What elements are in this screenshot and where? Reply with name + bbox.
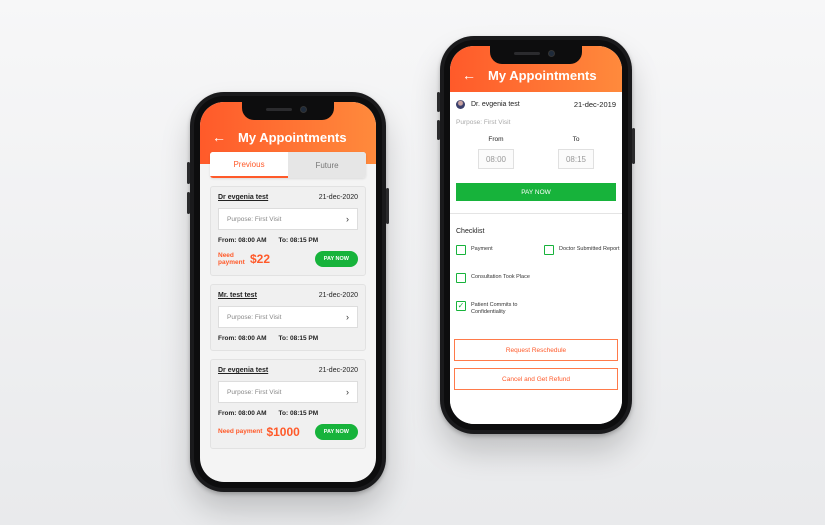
to-time: 08:15 PM bbox=[289, 237, 319, 244]
check-icon[interactable]: ✓ bbox=[456, 301, 466, 311]
doctor-name: Dr. evgenia test bbox=[471, 101, 520, 108]
from-time-field[interactable]: 08:00 bbox=[478, 149, 514, 169]
to-label: To bbox=[572, 136, 580, 143]
doctor-name[interactable]: Dr evgenia test bbox=[218, 367, 268, 374]
purpose-text: Purpose: First Visit bbox=[227, 388, 282, 396]
checklist-item-report[interactable]: Doctor Submitted Report bbox=[544, 245, 622, 255]
to-time: 08:15 PM bbox=[289, 335, 319, 342]
from-time: 08:00 AM bbox=[238, 410, 267, 417]
appointment-date: 21-dec-2020 bbox=[318, 292, 358, 299]
time-range: From: 08:00 AM To: 08:15 PM bbox=[218, 335, 358, 342]
phone-bezel: ← My Appointments Previous Future Dr evg… bbox=[194, 96, 382, 488]
page-title: My Appointments bbox=[488, 67, 597, 83]
from-time: 08:00 AM bbox=[238, 335, 267, 342]
payment-due: Need payment $1000 bbox=[218, 425, 300, 439]
pay-now-button[interactable]: PAY NOW bbox=[456, 183, 616, 201]
checklist-label: Payment bbox=[471, 246, 493, 252]
power-button bbox=[386, 188, 389, 224]
checklist-label: Consultation Took Place bbox=[471, 274, 530, 280]
appointment-date: 21-dec-2020 bbox=[318, 194, 358, 201]
to-label: To: bbox=[278, 335, 289, 342]
from-label: From: bbox=[218, 237, 237, 244]
arrow-left-icon[interactable]: ← bbox=[462, 68, 480, 82]
appointment-list: Dr evgenia test 21-dec-2020 Purpose: Fir… bbox=[210, 186, 366, 457]
appointment-card[interactable]: Mr. test test 21-dec-2020 Purpose: First… bbox=[210, 284, 366, 351]
to-time-field[interactable]: 08:15 bbox=[558, 149, 594, 169]
need-payment-label: Need payment bbox=[218, 251, 245, 266]
pay-now-button[interactable]: PAY NOW bbox=[314, 424, 358, 440]
checklist: Payment Doctor Submitted Report Consulta… bbox=[450, 245, 622, 331]
doctor-name[interactable]: Mr. test test bbox=[218, 292, 257, 299]
avatar bbox=[456, 100, 465, 109]
purpose-field[interactable]: Purpose: First Visit › bbox=[218, 381, 358, 403]
notch bbox=[242, 102, 334, 120]
volume-button bbox=[187, 162, 190, 184]
phone-right: ← My Appointments Dr. evgenia test 21-de… bbox=[437, 36, 635, 434]
chevron-right-icon: › bbox=[346, 312, 349, 322]
purpose-field[interactable]: Purpose: First Visit › bbox=[218, 306, 358, 328]
checkbox[interactable] bbox=[456, 245, 466, 255]
checklist-item-payment[interactable]: Payment bbox=[456, 245, 493, 255]
time-range: From: 08:00 AM To: 08:15 PM bbox=[218, 410, 358, 417]
purpose-text: Purpose: First Visit bbox=[456, 119, 511, 126]
phone-left: ← My Appointments Previous Future Dr evg… bbox=[187, 92, 389, 492]
from-label: From: bbox=[218, 410, 237, 417]
volume-button bbox=[187, 192, 190, 214]
checklist-title: Checklist bbox=[456, 228, 485, 235]
appointment-card[interactable]: Dr evgenia test 21-dec-2020 Purpose: Fir… bbox=[210, 359, 366, 449]
payment-amount: $1000 bbox=[266, 425, 300, 439]
doctor-name[interactable]: Dr evgenia test bbox=[218, 194, 268, 201]
from-label: From bbox=[488, 136, 504, 143]
app-screen: ← My Appointments Previous Future Dr evg… bbox=[200, 102, 376, 482]
tab-bar: Previous Future bbox=[210, 152, 366, 178]
arrow-left-icon[interactable]: ← bbox=[212, 130, 230, 144]
to-label: To: bbox=[278, 410, 289, 417]
app-screen: ← My Appointments Dr. evgenia test 21-de… bbox=[450, 46, 622, 424]
pay-now-button[interactable]: PAY NOW bbox=[314, 251, 358, 267]
purpose-text: Purpose: First Visit bbox=[227, 313, 282, 321]
phone-bezel: ← My Appointments Dr. evgenia test 21-de… bbox=[444, 40, 628, 430]
page-title: My Appointments bbox=[238, 129, 347, 145]
payment-due: Need payment $22 bbox=[218, 252, 270, 266]
power-button bbox=[632, 128, 635, 164]
from-label: From: bbox=[218, 335, 237, 342]
chevron-right-icon: › bbox=[346, 214, 349, 224]
checklist-label: Patient Commits to Confidentiality bbox=[471, 302, 518, 315]
checklist-label: Doctor Submitted Report bbox=[559, 246, 620, 252]
time-range: From 08:00 To 08:15 bbox=[450, 126, 622, 169]
checkbox[interactable] bbox=[544, 245, 554, 255]
appointment-detail: Dr. evgenia test 21-dec-2019 Purpose: Fi… bbox=[450, 92, 622, 424]
checklist-item-confidentiality[interactable]: ✓ Patient Commits to Confidentiality bbox=[456, 301, 546, 316]
time-range: From: 08:00 AM To: 08:15 PM bbox=[218, 237, 358, 244]
appointment-date: 21-dec-2020 bbox=[318, 367, 358, 374]
cancel-refund-button[interactable]: Cancel and Get Refund bbox=[454, 368, 618, 390]
appointment-card[interactable]: Dr evgenia test 21-dec-2020 Purpose: Fir… bbox=[210, 186, 366, 276]
chevron-right-icon: › bbox=[346, 387, 349, 397]
volume-button bbox=[437, 92, 440, 112]
need-payment-label: Need payment bbox=[218, 428, 263, 436]
tab-previous[interactable]: Previous bbox=[210, 152, 288, 178]
purpose-text: Purpose: First Visit bbox=[227, 215, 282, 223]
to-label: To: bbox=[278, 237, 289, 244]
tab-future[interactable]: Future bbox=[288, 152, 366, 178]
purpose-field[interactable]: Purpose: First Visit › bbox=[218, 208, 358, 230]
appointment-date: 21-dec-2019 bbox=[573, 100, 616, 109]
volume-button bbox=[437, 120, 440, 140]
notch bbox=[490, 46, 582, 64]
checkbox[interactable] bbox=[456, 273, 466, 283]
to-time: 08:15 PM bbox=[289, 410, 319, 417]
checklist-item-consultation[interactable]: Consultation Took Place bbox=[456, 273, 536, 283]
payment-amount: $22 bbox=[250, 252, 271, 266]
from-time: 08:00 AM bbox=[238, 237, 267, 244]
request-reschedule-button[interactable]: Request Reschedule bbox=[454, 339, 618, 361]
